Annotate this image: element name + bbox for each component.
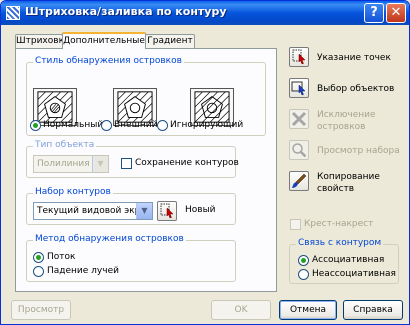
- boundary-set-label: Набор контуров: [33, 187, 113, 197]
- advanced-panel: Стиль обнаружения островков Нормальный В…: [15, 48, 277, 292]
- radio-ignore[interactable]: [157, 120, 168, 131]
- brush-icon: [292, 173, 307, 188]
- radio-flood-label: Поток: [47, 252, 76, 262]
- radio-nonassociative-label: Неассоциативная: [312, 269, 396, 279]
- boundary-set-value: Текущий видовой экран: [37, 206, 152, 216]
- island-style-group: Стиль обнаружения островков Нормальный В…: [26, 56, 266, 136]
- radio-outer[interactable]: [101, 120, 112, 131]
- new-boundary-set-label: Новый: [185, 205, 216, 215]
- double-label: Крест-накрест: [304, 219, 374, 229]
- remove-x-icon: [291, 111, 307, 127]
- island-style-label: Стиль обнаружения островков: [33, 56, 184, 66]
- radio-ray-casting[interactable]: [33, 266, 44, 277]
- help-icon[interactable]: ?: [364, 3, 384, 23]
- retain-boundaries-checkbox[interactable]: [121, 158, 132, 169]
- remove-islands-button[interactable]: [289, 109, 309, 129]
- island-detection-label: Метод обнаружения островков: [33, 234, 186, 244]
- chevron-down-icon: ▼: [92, 156, 108, 172]
- pick-points-icon: [292, 49, 306, 65]
- radio-nonassociative[interactable]: [298, 269, 309, 280]
- ok-button[interactable]: OK: [211, 300, 271, 320]
- help-button[interactable]: Справка: [343, 300, 403, 320]
- radio-ignore-label: Игнорирующий: [170, 120, 244, 130]
- new-boundary-set-button[interactable]: [157, 201, 177, 221]
- composition-group: Связь с контуром Ассоциативная Неассоциа…: [289, 238, 399, 284]
- object-type-label: Тип объекта: [33, 140, 97, 150]
- title-bar[interactable]: Штриховка/заливка по контуру ? ✕: [1, 1, 409, 25]
- radio-ray-casting-label: Падение лучей: [47, 266, 119, 276]
- radio-flood[interactable]: [33, 252, 44, 263]
- radio-normal-label: Нормальный: [43, 120, 104, 130]
- remove-islands-label-1: Исключение: [317, 110, 376, 120]
- pick-points-button[interactable]: [289, 47, 309, 67]
- magnifier-icon: [292, 143, 307, 158]
- radio-associative-label: Ассоциативная: [312, 255, 385, 265]
- preview-button[interactable]: Просмотр: [11, 300, 71, 320]
- radio-associative[interactable]: [298, 255, 309, 266]
- inherit-properties-label-2: свойств: [317, 184, 355, 194]
- view-selections-button[interactable]: [289, 140, 309, 160]
- inherit-properties-label-1: Копирование: [317, 172, 380, 182]
- island-detection-group: Метод обнаружения островков Поток Падени…: [26, 234, 236, 282]
- select-objects-label: Выбор объектов: [317, 84, 395, 94]
- hatch-app-icon: [6, 6, 20, 20]
- tab-hatch[interactable]: Штриховка: [15, 34, 70, 48]
- object-type-group: Тип объекта Полилиния ▼ Сохранение конту…: [26, 140, 239, 178]
- radio-normal[interactable]: [30, 120, 41, 131]
- window-title: Штриховка/заливка по контуру: [25, 5, 227, 18]
- object-type-select[interactable]: Полилиния ▼: [33, 155, 109, 173]
- retain-boundaries-label: Сохранение контуров: [135, 158, 239, 168]
- composition-label: Связь с контуром: [296, 238, 384, 248]
- select-objects-icon: [291, 81, 306, 96]
- inherit-properties-button[interactable]: [289, 171, 309, 191]
- object-type-value: Полилиния: [37, 159, 90, 169]
- remove-islands-label-2: островков: [317, 122, 366, 132]
- cancel-button[interactable]: Отмена: [279, 300, 337, 320]
- double-checkbox[interactable]: [290, 219, 301, 230]
- pick-points-label: Указание точек: [317, 53, 391, 63]
- hatch-dialog: Штриховка/заливка по контуру ? ✕ Штрихов…: [0, 0, 410, 325]
- chevron-down-icon: ▼: [136, 203, 152, 219]
- tab-advanced[interactable]: Дополнительные: [62, 32, 146, 49]
- view-selections-label: Просмотр набора: [317, 146, 400, 156]
- boundary-set-select[interactable]: Текущий видовой экран ▼: [33, 202, 153, 220]
- pick-cursor-icon: [160, 203, 174, 219]
- tab-gradient[interactable]: Градиент: [145, 34, 195, 48]
- boundary-set-group: Набор контуров Текущий видовой экран ▼ Н…: [26, 187, 236, 225]
- select-objects-button[interactable]: [289, 78, 309, 98]
- radio-outer-label: Внешний: [114, 120, 158, 130]
- close-icon[interactable]: ✕: [386, 3, 406, 23]
